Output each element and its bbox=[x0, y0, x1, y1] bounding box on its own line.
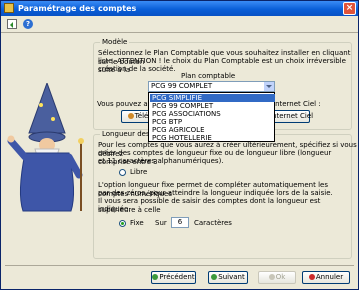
fixe-radio[interactable] bbox=[119, 220, 126, 227]
next-button[interactable]: Suivant bbox=[208, 271, 248, 284]
app-icon bbox=[4, 3, 14, 13]
previous-arrow-icon bbox=[152, 274, 159, 280]
internet-ciel-label: Internet Ciel bbox=[270, 112, 314, 120]
back-icon[interactable] bbox=[7, 19, 17, 29]
download-plan-label: Télé bbox=[134, 112, 149, 120]
chevron-down-icon[interactable] bbox=[264, 82, 274, 91]
internet-ciel-button[interactable]: Internet Ciel bbox=[269, 110, 314, 123]
caracteres-label: Caractères bbox=[194, 219, 232, 227]
option-pcg-associations[interactable]: PCG ASSOCIATIONS bbox=[150, 110, 275, 118]
toolbar-divider bbox=[1, 32, 358, 33]
option-desc-4: indiquée. bbox=[98, 205, 131, 213]
toolbar: ? bbox=[1, 17, 358, 31]
cancel-label: Annuler bbox=[315, 273, 344, 281]
longueur-desc-3: et 11 caractères alphanumériques). bbox=[98, 157, 224, 165]
ok-check-icon bbox=[268, 274, 275, 280]
plan-comptable-label: Plan comptable bbox=[181, 72, 236, 80]
libre-radio[interactable] bbox=[119, 169, 126, 176]
modele-legend: Modèle bbox=[100, 38, 130, 47]
option-desc-3: Il vous sera possible de saisir des comp… bbox=[98, 197, 321, 214]
plan-comptable-select[interactable]: PCG 99 COMPLET bbox=[148, 81, 275, 92]
option-pcg-simplifie[interactable]: PCG SIMPLIFIE bbox=[150, 94, 275, 102]
modele-desc-3: création de la société. bbox=[98, 65, 176, 73]
download-icon bbox=[127, 113, 134, 119]
next-arrow-icon bbox=[211, 274, 218, 280]
sur-label: Sur bbox=[155, 219, 167, 227]
help-icon[interactable]: ? bbox=[23, 19, 33, 29]
next-label: Suivant bbox=[218, 273, 245, 281]
length-input[interactable]: 6 bbox=[171, 217, 189, 228]
ok-button[interactable]: Ok bbox=[258, 271, 296, 284]
footer-divider bbox=[5, 265, 354, 266]
cancel-x-icon bbox=[308, 274, 315, 280]
previous-label: Précédent bbox=[159, 273, 195, 281]
wizard-window: Paramétrage des comptes × ? Modèle Sélec… bbox=[0, 0, 359, 290]
ok-label: Ok bbox=[275, 273, 286, 281]
window-title: Paramétrage des comptes bbox=[18, 4, 137, 13]
option-pcg-99-complet[interactable]: PCG 99 COMPLET bbox=[150, 102, 275, 110]
download-hint-right: Internet Ciel : bbox=[273, 100, 321, 108]
plan-comptable-value: PCG 99 COMPLET bbox=[151, 82, 213, 90]
option-pcg-hotellerie[interactable]: PCG HOTELLERIE bbox=[150, 134, 275, 142]
option-pcg-agricole[interactable]: PCG AGRICOLE bbox=[150, 126, 275, 134]
previous-button[interactable]: Précédent bbox=[151, 271, 196, 284]
plan-comptable-dropdown: PCG SIMPLIFIE PCG 99 COMPLET PCG ASSOCIA… bbox=[148, 92, 275, 142]
title-bar: Paramétrage des comptes × bbox=[1, 1, 358, 16]
cancel-button[interactable]: Annuler bbox=[302, 271, 350, 284]
wizard-illustration bbox=[7, 83, 84, 212]
libre-label[interactable]: Libre bbox=[130, 168, 147, 177]
option-pcg-btp[interactable]: PCG BTP bbox=[150, 118, 275, 126]
fixe-label[interactable]: Fixe bbox=[130, 219, 144, 228]
close-button[interactable]: × bbox=[343, 2, 356, 15]
